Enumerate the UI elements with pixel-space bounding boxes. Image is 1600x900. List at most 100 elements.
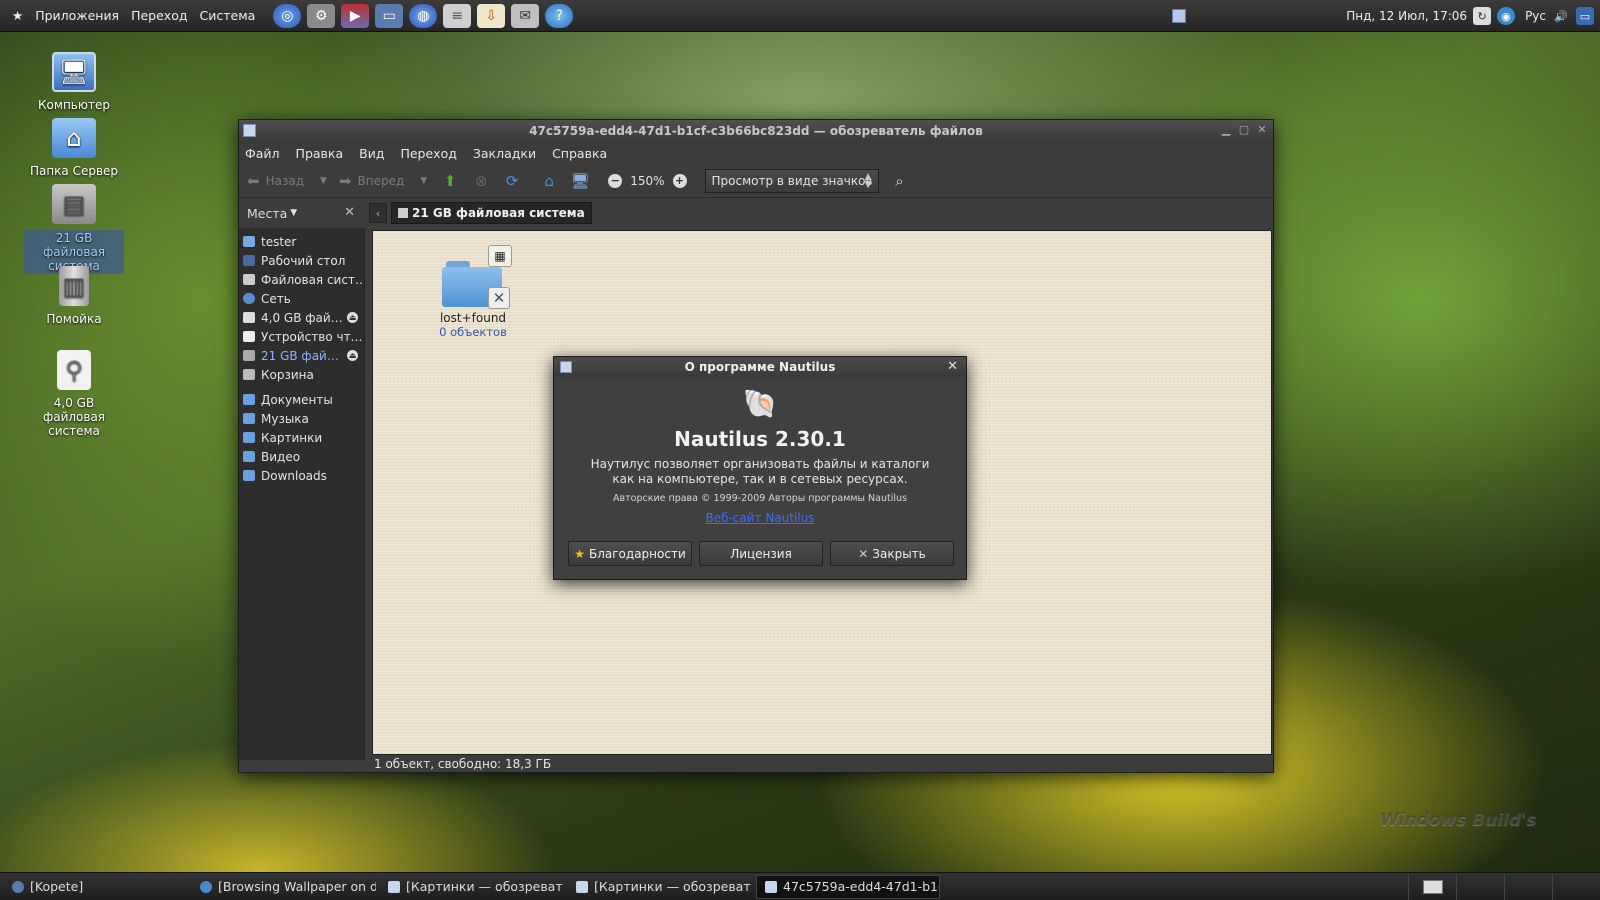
workspace-3[interactable] <box>1504 874 1552 900</box>
computer-icon: 🖥 <box>52 52 96 92</box>
breadcrumb-current[interactable]: 21 GB файловая система <box>391 202 592 224</box>
usb-drive-icon: ⚲ <box>57 350 91 390</box>
home-folder-icon: ⌂ <box>52 118 96 158</box>
home-folder-icon <box>243 236 255 247</box>
desktop-icon-filesystem-21gb[interactable]: ▤ 21 GB файловая система <box>24 184 124 274</box>
menu-edit[interactable]: Правка <box>296 146 344 161</box>
network-manager-icon[interactable]: ◉ <box>1497 7 1516 25</box>
system-tray: Пнд, 12 Июл, 17:06 ↻ ◉ Рус 🔊 ▭ <box>1336 0 1594 32</box>
zoom-out-icon[interactable]: − <box>608 173 623 188</box>
program-name: Nautilus 2.30.1 <box>674 427 846 451</box>
menu-go[interactable]: Переход <box>400 146 456 161</box>
close-icon[interactable]: ✕ <box>1255 123 1269 137</box>
screen-icon[interactable]: ▭ <box>375 3 404 28</box>
display-icon[interactable]: ▭ <box>1576 7 1594 25</box>
menu-view[interactable]: Вид <box>359 146 384 161</box>
menu-file[interactable]: Файл <box>245 146 280 161</box>
file-item-lost-found[interactable]: ▦ ✕ lost+found 0 объектов <box>433 243 513 339</box>
credits-button[interactable]: ★ Благодарности <box>568 541 692 566</box>
sidebar-item-trash[interactable]: Корзина <box>239 365 364 384</box>
sidebar-item-reader[interactable]: Устройство чт… <box>239 327 364 346</box>
chevron-down-icon[interactable]: ▼ <box>420 176 427 186</box>
settings-app-icon[interactable]: ⚙ <box>307 3 336 28</box>
forward-button[interactable]: ➡ Вперед ▼ <box>339 172 427 190</box>
sidebar-item-music[interactable]: Музыка <box>239 409 364 428</box>
desktop-icon-computer[interactable]: 🖥 Компьютер <box>24 52 124 112</box>
stop-icon[interactable]: ⊗ <box>470 170 492 192</box>
places-dropdown[interactable]: Места ▼ ✕ <box>239 198 361 228</box>
up-arrow-icon[interactable]: ⬆ <box>439 170 461 192</box>
volume-icon[interactable]: 🔊 <box>1552 7 1570 25</box>
update-icon[interactable]: ↻ <box>1473 7 1492 25</box>
search-icon[interactable]: ⌕ <box>889 170 911 192</box>
menu-applications[interactable]: Приложения <box>35 8 119 23</box>
chevron-down-icon: ▼ <box>290 208 298 218</box>
close-sidebar-icon[interactable]: ✕ <box>344 205 355 220</box>
chevron-left-icon[interactable]: ‹ <box>369 203 387 223</box>
minimize-icon[interactable]: ▁ <box>1219 123 1233 137</box>
desktop-icon-trash[interactable]: ▥ Помойка <box>24 266 124 326</box>
workspace-1[interactable] <box>1408 874 1456 900</box>
no-access-emblem-icon: ✕ <box>488 287 510 309</box>
sidebar-item-videos[interactable]: Видео <box>239 447 364 466</box>
eject-icon[interactable]: ⏏ <box>347 312 358 323</box>
drive-icon <box>243 274 255 285</box>
dialog-titlebar[interactable]: О программе Nautilus ✕ <box>554 357 966 377</box>
close-button[interactable]: ✕ Закрыть <box>830 541 954 566</box>
window-titlebar[interactable]: 47c5759a-edd4-47d1-b1cf-c3b66bc823dd — о… <box>239 120 1273 142</box>
menu-help[interactable]: Справка <box>552 146 607 161</box>
menu-bookmarks[interactable]: Закладки <box>473 146 536 161</box>
maximize-icon[interactable]: ▢ <box>1237 123 1251 137</box>
menu-system[interactable]: Система <box>200 8 256 23</box>
sidebar-item-21gb[interactable]: 21 GB фай… ⏏ <box>239 346 364 365</box>
home-icon[interactable]: ⌂ <box>538 170 560 192</box>
view-mode-label: Просмотр в виде значков <box>711 173 873 188</box>
window-app-icon[interactable] <box>243 124 256 137</box>
sidebar-item-filesystem[interactable]: Файловая сист… <box>239 270 364 289</box>
sidebar-item-desktop[interactable]: Рабочий стол <box>239 251 364 270</box>
sidebar-item-4gb[interactable]: 4,0 GB фай… ⏏ <box>239 308 364 327</box>
sidebar-item-tester[interactable]: tester <box>239 232 364 251</box>
workspace-2[interactable] <box>1456 874 1504 900</box>
sidebar-item-documents[interactable]: Документы <box>239 390 364 409</box>
clock[interactable]: Пнд, 12 Июл, 17:06 <box>1346 9 1467 23</box>
sidebar-item-label: tester <box>261 234 297 249</box>
zoom-level[interactable]: 150% <box>630 174 664 188</box>
window-app-icon[interactable] <box>560 361 572 373</box>
website-link[interactable]: Веб-сайт Nautilus <box>554 511 966 525</box>
back-button[interactable]: ⬅ Назад ▼ <box>247 172 327 190</box>
archive-icon[interactable]: ⇩ <box>477 3 506 28</box>
arrow-right-icon: ➡ <box>338 171 352 190</box>
taskbar-item-current-window[interactable]: 47c5759a-edd4-47d1-b1c… <box>756 874 940 899</box>
sidebar-item-pictures[interactable]: Картинки <box>239 428 364 447</box>
workspace-4[interactable] <box>1552 874 1600 900</box>
taskbar-item-pictures-2[interactable]: [Картинки — обозреват… <box>568 875 752 899</box>
file-browser-icon <box>765 880 777 893</box>
applications-star-icon[interactable]: ★ <box>12 8 23 23</box>
window-list-icon[interactable] <box>1172 9 1186 23</box>
keyboard-layout[interactable]: Рус <box>1525 9 1546 23</box>
drive-icon <box>243 350 255 361</box>
eject-icon[interactable]: ⏏ <box>347 350 358 361</box>
media-player-icon[interactable]: ▶ <box>341 3 370 28</box>
help-icon[interactable]: ? <box>545 3 574 28</box>
desktop-icon-filesystem-4gb[interactable]: ⚲ 4,0 GB файловая система <box>24 350 124 438</box>
taskbar-item-pictures-1[interactable]: [Картинки — обозреват… <box>380 875 564 899</box>
desktop-icon-server-folder[interactable]: ⌂ Папка Сервер <box>24 118 124 178</box>
computer-icon[interactable]: 🖥 <box>569 170 591 192</box>
close-icon[interactable]: ✕ <box>947 357 958 377</box>
zoom-in-icon[interactable]: + <box>672 173 687 188</box>
view-mode-select[interactable]: Просмотр в виде значков ▲ ▼ <box>704 168 879 193</box>
sidebar-item-downloads[interactable]: Downloads <box>239 466 364 485</box>
menu-places[interactable]: Переход <box>131 8 187 23</box>
mail-icon[interactable]: ✉ <box>511 3 540 28</box>
license-button[interactable]: Лицензия <box>699 541 823 566</box>
sidebar-item-network[interactable]: Сеть <box>239 289 364 308</box>
chevron-down-icon[interactable]: ▼ <box>320 176 327 186</box>
chromium-icon[interactable]: ◎ <box>273 3 302 28</box>
taskbar-item-kopete[interactable]: [Kopete] <box>4 875 188 899</box>
notes-icon[interactable]: ≡ <box>443 3 472 28</box>
browser-globe-icon[interactable]: ◍ <box>409 3 438 28</box>
taskbar-item-browser[interactable]: [Browsing Wallpaper on d… <box>192 875 376 899</box>
reload-icon[interactable]: ⟳ <box>501 170 523 192</box>
